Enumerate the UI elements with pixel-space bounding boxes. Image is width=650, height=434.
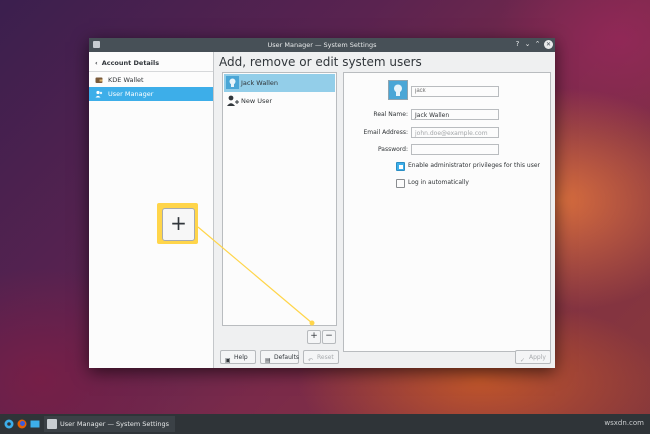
taskbar-task-label: User Manager — System Settings	[60, 420, 169, 428]
callout-highlight: +	[157, 203, 198, 244]
taskbar: User Manager — System Settings wsxdn.com	[0, 414, 650, 434]
callout-add-button: +	[162, 208, 195, 241]
app-launcher-icon[interactable]	[4, 419, 14, 429]
firefox-icon[interactable]	[17, 419, 27, 429]
file-manager-icon[interactable]	[30, 419, 40, 429]
taskbar-task-user-manager[interactable]: User Manager — System Settings	[44, 416, 175, 432]
callout-line	[197, 226, 315, 326]
watermark: wsxdn.com	[604, 419, 644, 427]
system-settings-icon	[47, 419, 57, 429]
